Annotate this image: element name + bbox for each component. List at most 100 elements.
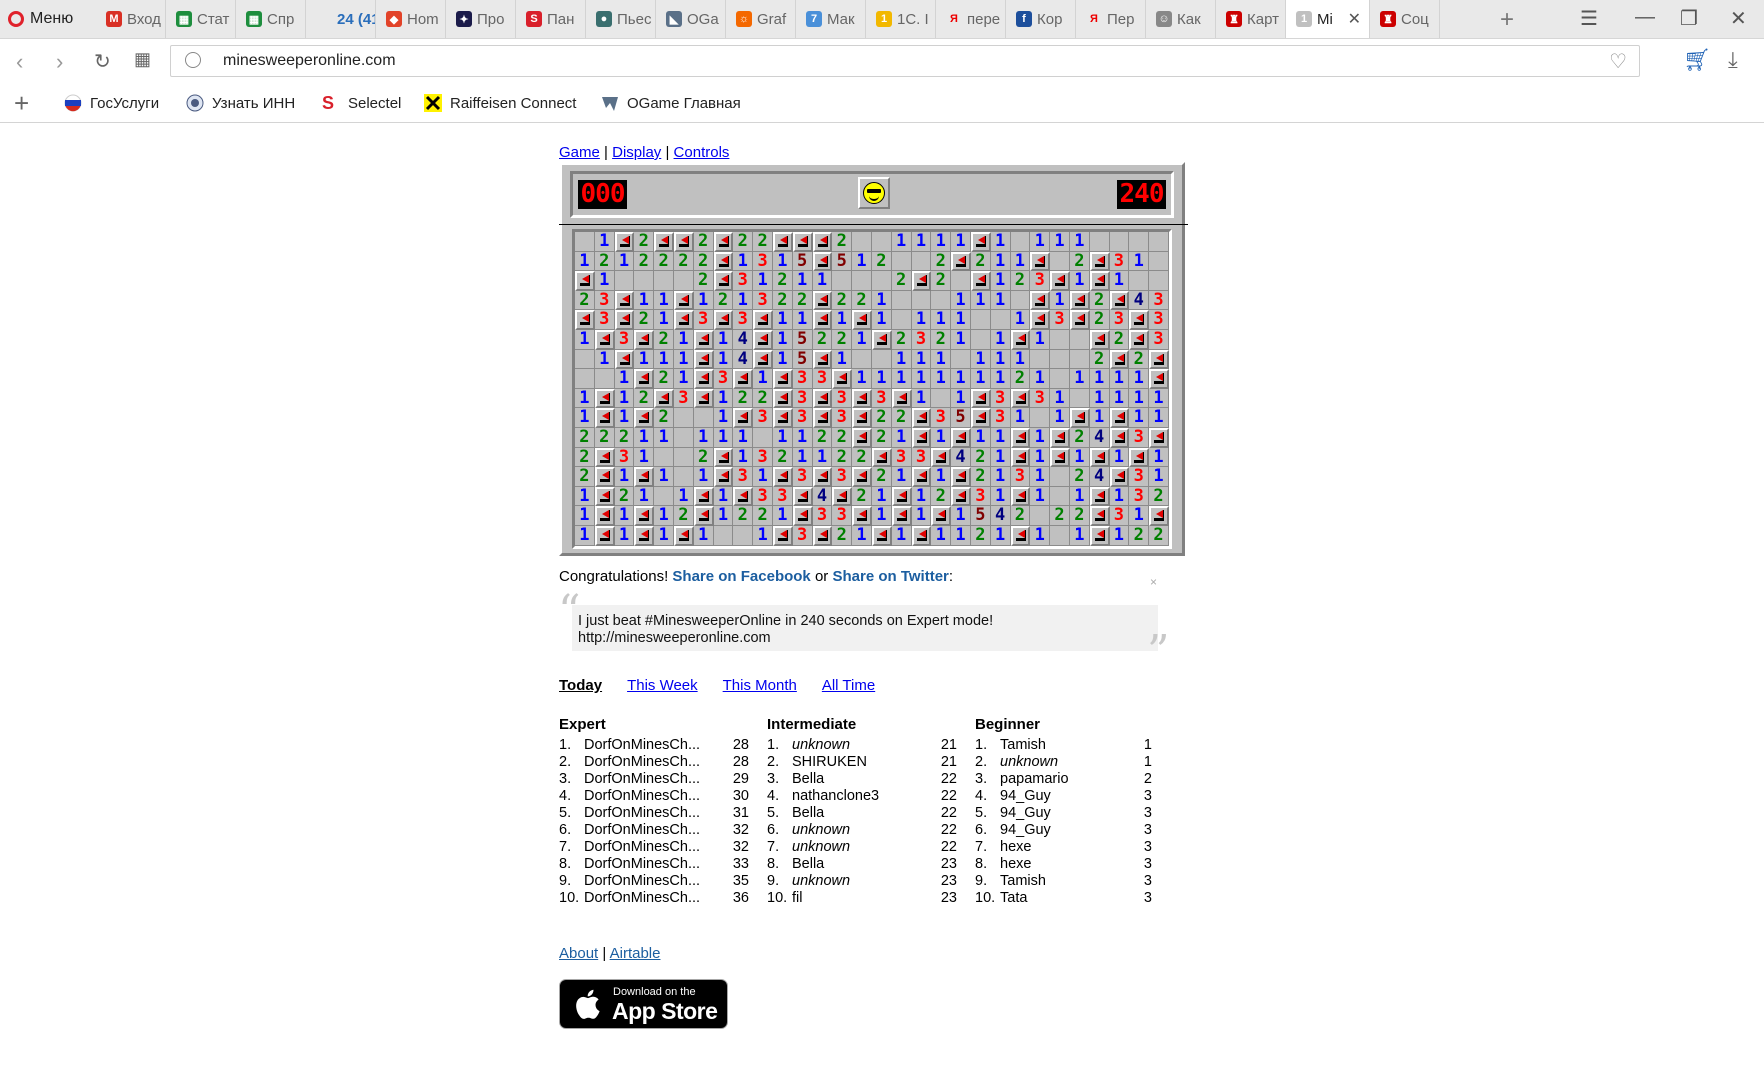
number-cell[interactable]: 1 (990, 525, 1011, 546)
number-cell[interactable]: 2 (654, 408, 674, 428)
empty-cell[interactable] (970, 310, 991, 330)
flag-icon[interactable] (1030, 290, 1051, 311)
flag-icon[interactable] (614, 290, 635, 311)
number-cell[interactable]: 1 (654, 525, 674, 546)
flag-icon[interactable] (871, 329, 892, 350)
flag-icon[interactable] (1109, 290, 1130, 311)
empty-cell[interactable] (575, 349, 595, 370)
number-cell[interactable]: 2 (1010, 506, 1031, 526)
number-cell[interactable]: 1 (713, 329, 734, 350)
empty-cell[interactable] (852, 271, 872, 291)
number-cell[interactable]: 1 (1069, 232, 1090, 252)
number-cell[interactable]: 2 (772, 271, 793, 291)
minimize-icon[interactable]: — (1635, 6, 1655, 29)
reload-icon[interactable]: ↻ (94, 49, 111, 74)
number-cell[interactable]: 1 (951, 525, 971, 546)
tab-this-week[interactable]: This Week (627, 677, 698, 694)
number-cell[interactable]: 3 (594, 290, 615, 311)
number-cell[interactable]: 1 (1109, 486, 1130, 507)
flag-icon[interactable] (654, 388, 674, 409)
number-cell[interactable]: 3 (1109, 251, 1130, 272)
number-cell[interactable]: 1 (575, 251, 595, 272)
flag-icon[interactable] (970, 271, 991, 291)
number-cell[interactable]: 2 (1050, 506, 1070, 526)
number-cell[interactable]: 2 (891, 271, 912, 291)
number-cell[interactable]: 3 (753, 251, 773, 272)
browser-tab[interactable]: Я Пер (1076, 0, 1146, 38)
empty-cell[interactable] (575, 232, 595, 252)
flag-icon[interactable] (1129, 329, 1150, 350)
browser-tab[interactable]: ▦ Спр (236, 0, 306, 38)
number-cell[interactable]: 1 (931, 427, 952, 448)
flag-icon[interactable] (575, 310, 595, 330)
number-cell[interactable]: 2 (1149, 525, 1169, 546)
browser-tab[interactable]: M Вход (96, 0, 166, 38)
number-cell[interactable]: 2 (970, 467, 991, 487)
number-cell[interactable]: 1 (911, 310, 932, 330)
number-cell[interactable]: 1 (733, 290, 754, 311)
number-cell[interactable]: 2 (733, 388, 754, 409)
number-cell[interactable]: 1 (575, 329, 595, 350)
number-cell[interactable]: 3 (812, 506, 833, 526)
number-cell[interactable]: 5 (832, 251, 853, 272)
number-cell[interactable]: 1 (812, 271, 833, 291)
number-cell[interactable]: 1 (990, 232, 1011, 252)
number-cell[interactable]: 1 (713, 427, 734, 448)
number-cell[interactable]: 2 (614, 427, 635, 448)
number-cell[interactable]: 1 (1030, 467, 1051, 487)
number-cell[interactable]: 1 (911, 349, 932, 370)
bookmark-ogame[interactable]: OGame Главная (601, 94, 741, 112)
browser-tab[interactable]: ◣ OGa (656, 0, 726, 38)
empty-cell[interactable] (1030, 349, 1051, 370)
flag-icon[interactable] (1109, 408, 1130, 428)
flag-icon[interactable] (832, 369, 853, 389)
flag-icon[interactable] (594, 329, 615, 350)
number-cell[interactable]: 1 (1010, 408, 1031, 428)
cart-icon[interactable]: 🛒︎ (1683, 47, 1711, 73)
flag-icon[interactable] (614, 310, 635, 330)
number-cell[interactable]: 1 (1010, 310, 1031, 330)
flag-icon[interactable] (614, 232, 635, 252)
flag-icon[interactable] (594, 486, 615, 507)
empty-cell[interactable] (951, 271, 971, 291)
number-cell[interactable]: 3 (753, 486, 773, 507)
flag-icon[interactable] (772, 408, 793, 428)
number-cell[interactable]: 1 (594, 232, 615, 252)
empty-cell[interactable] (871, 232, 892, 252)
flag-icon[interactable] (1069, 408, 1090, 428)
menu-display-link[interactable]: Display (612, 144, 661, 161)
flag-icon[interactable] (733, 486, 754, 507)
number-cell[interactable]: 1 (990, 427, 1011, 448)
flag-icon[interactable] (812, 525, 833, 546)
number-cell[interactable]: 1 (812, 447, 833, 468)
flag-icon[interactable] (1089, 525, 1110, 546)
empty-cell[interactable] (1089, 232, 1110, 252)
number-cell[interactable]: 3 (772, 486, 793, 507)
number-cell[interactable]: 1 (1089, 369, 1110, 389)
flag-icon[interactable] (753, 349, 773, 370)
number-cell[interactable]: 3 (1129, 427, 1150, 448)
flag-icon[interactable] (693, 388, 714, 409)
number-cell[interactable]: 1 (990, 447, 1011, 468)
number-cell[interactable]: 1 (911, 506, 932, 526)
flag-icon[interactable] (951, 486, 971, 507)
number-cell[interactable]: 1 (871, 310, 892, 330)
flag-icon[interactable] (871, 447, 892, 468)
number-cell[interactable]: 3 (990, 388, 1011, 409)
empty-cell[interactable] (594, 369, 615, 389)
tab-menu-icon[interactable]: ☰ (1580, 6, 1598, 31)
flag-icon[interactable] (1109, 467, 1130, 487)
number-cell[interactable]: 1 (1030, 525, 1051, 546)
bookmark-raiffeisen[interactable]: Raiffeisen Connect (424, 94, 576, 112)
opera-menu-button[interactable]: Меню (8, 7, 73, 31)
empty-cell[interactable] (1050, 369, 1070, 389)
number-cell[interactable]: 2 (693, 271, 714, 291)
flag-icon[interactable] (1089, 251, 1110, 272)
number-cell[interactable]: 1 (673, 349, 694, 370)
empty-cell[interactable] (673, 467, 694, 487)
browser-tab[interactable]: f Кор (1006, 0, 1076, 38)
number-cell[interactable]: 1 (772, 349, 793, 370)
browser-tab[interactable]: ● Пьес (586, 0, 656, 38)
number-cell[interactable]: 1 (990, 467, 1011, 487)
flag-icon[interactable] (931, 447, 952, 468)
